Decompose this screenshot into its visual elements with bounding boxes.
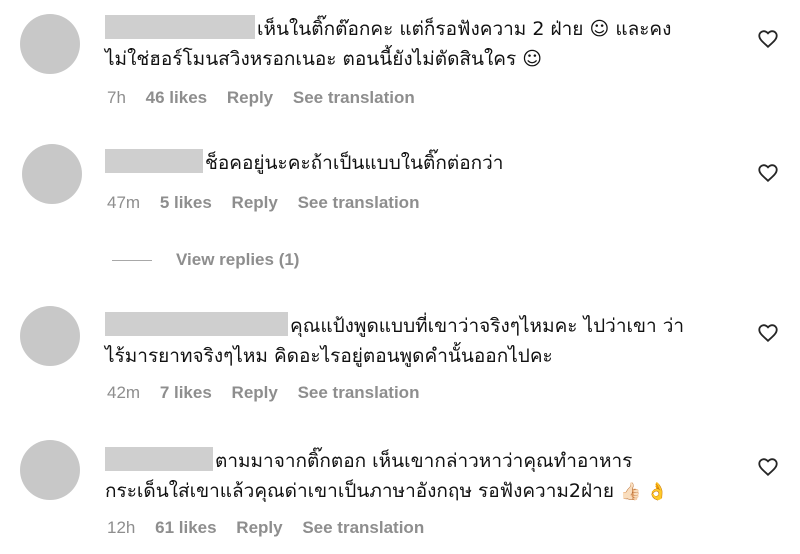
emoji-thumbs-up-ok: 👍🏻 👌 [620,482,668,502]
comment-time: 7h [107,88,126,107]
likes-count[interactable]: 7 likes [160,383,212,402]
comment-text: ช็อคอยู่นะคะถ้าเป็นแบบในติ๊กต่อกว่า [105,148,503,178]
likes-count[interactable]: 46 likes [146,88,207,107]
likes-count[interactable]: 61 likes [155,518,216,537]
comment-meta: 42m 7 likes Reply See translation [107,383,434,403]
see-translation-link[interactable]: See translation [298,383,420,402]
reply-button[interactable]: Reply [232,193,278,212]
comment-text-line2: ไร้มารยาทจริงๆไหม คิดอะไรอยู่ตอนพูดคำนั้… [105,345,553,367]
comment-text-line2: ไม่ใช่ฮอร์โมนสวิงหรอกเนอะ ตอนนี้ยังไม่ตั… [105,48,543,70]
reply-button[interactable]: Reply [227,88,273,107]
username-redacted[interactable] [105,447,213,471]
comment-text: ตามมาจากติ๊กตอก เห็นเขากล่าวหาว่าคุณทำอา… [105,446,632,476]
see-translation-link[interactable]: See translation [293,88,415,107]
avatar[interactable] [20,440,80,500]
avatar[interactable] [20,14,80,74]
see-translation-link[interactable]: See translation [298,193,420,212]
view-replies-divider [112,259,152,261]
view-replies-label: View replies (1) [176,250,300,269]
comment-meta: 47m 5 likes Reply See translation [107,193,434,213]
reply-button[interactable]: Reply [236,518,282,537]
avatar[interactable] [20,306,80,366]
heart-outline-icon[interactable] [757,162,779,184]
see-translation-link[interactable]: See translation [302,518,424,537]
comment-time: 47m [107,193,141,212]
reply-button[interactable]: Reply [232,383,278,402]
comment-time: 12h [107,518,136,537]
comment-time: 42m [107,383,141,402]
username-redacted[interactable] [105,15,255,39]
heart-outline-icon[interactable] [757,322,779,344]
likes-count[interactable]: 5 likes [160,193,212,212]
view-replies-button[interactable]: View replies (1) [112,248,299,272]
comment-meta: 7h 46 likes Reply See translation [107,88,430,108]
username-redacted[interactable] [105,149,203,173]
comment-text-line2: กระเด็นใส่เขาแล้วคุณด่าเขาเป็นภาษาอังกฤษ… [105,480,668,502]
comment-meta: 12h 61 likes Reply See translation [107,518,439,538]
heart-outline-icon[interactable] [757,28,779,50]
comment-text: เห็นในติ๊กต๊อกคะ แต่ก็รอฟังความ 2 ฝ่าย ☺… [105,14,671,44]
comment-text: คุณแป้งพูดแบบที่เขาว่าจริงๆไหมคะ ไปว่าเข… [105,311,684,341]
heart-outline-icon[interactable] [757,456,779,478]
avatar[interactable] [22,144,82,204]
username-redacted[interactable] [105,312,288,336]
